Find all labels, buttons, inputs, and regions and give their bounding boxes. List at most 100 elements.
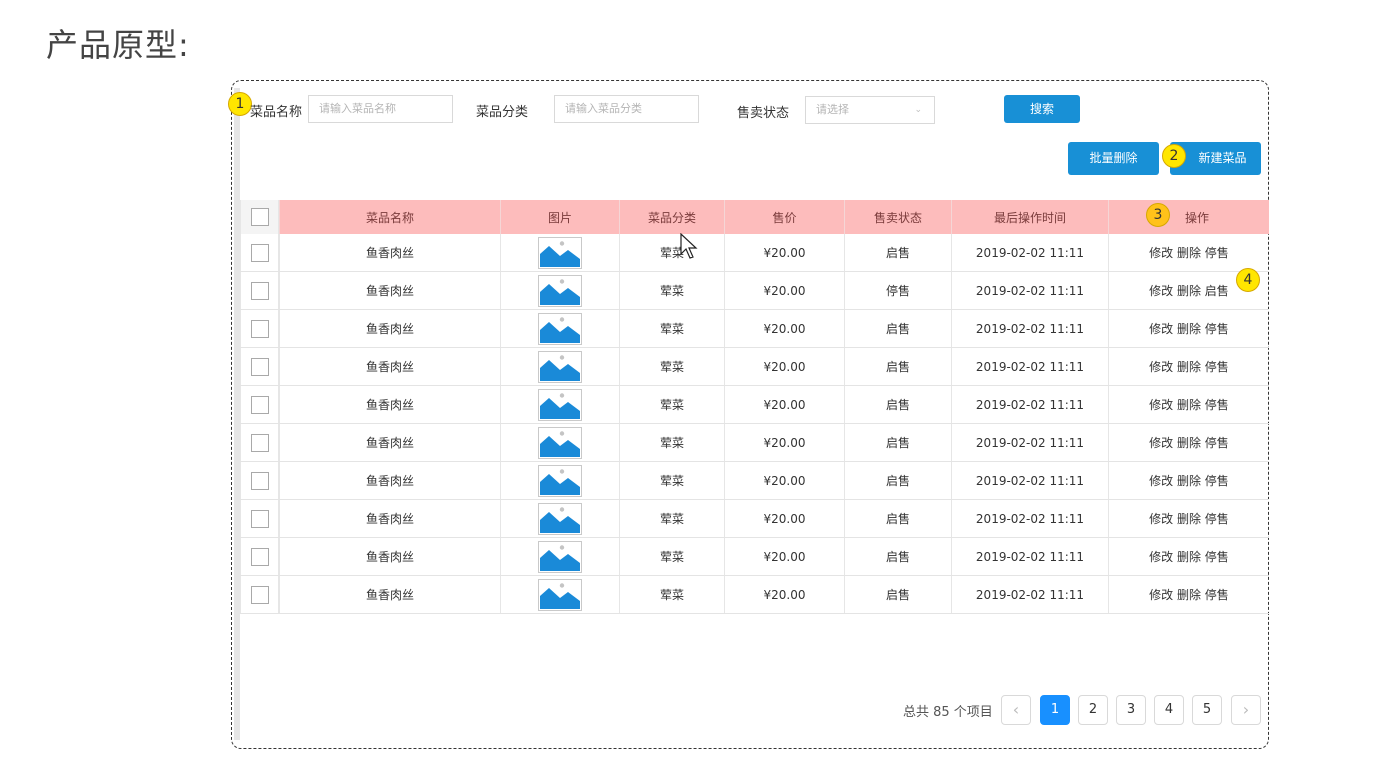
cell-category: 荤菜 [619,348,724,385]
row-select-cell [240,462,279,499]
cell-category: 荤菜 [619,272,724,309]
next-page-button[interactable]: › [1231,695,1261,725]
cell-last-op-time: 2019-02-02 11:11 [951,462,1108,499]
sale-status-placeholder: 请选择 [816,103,849,116]
cell-dish-name: 鱼香肉丝 [279,310,500,347]
cell-operations[interactable]: 修改 删除 停售 [1108,462,1269,499]
image-thumbnail-icon [538,236,582,269]
row-checkbox[interactable] [250,357,269,376]
row-select-cell [240,500,279,537]
row-select-cell [240,310,279,347]
annotation-marker-2: 2 [1162,144,1186,168]
row-select-cell [240,386,279,423]
cell-price: ¥20.00 [724,576,844,613]
select-all-cell [240,200,279,234]
page-1-button[interactable]: 1 [1040,695,1070,725]
batch-delete-button[interactable]: 批量删除 [1068,142,1159,175]
page-2-button[interactable]: 2 [1078,695,1108,725]
table-row: 鱼香肉丝 荤菜 ¥20.00 启售 2019-02-02 11:11 修改 删除 停售 [240,462,1269,500]
table-row: 鱼香肉丝 荤菜 ¥20.00 启售 2019-02-02 11:11 修改 删除 停售 [240,500,1269,538]
cell-price: ¥20.00 [724,386,844,423]
table-row: 鱼香肉丝 荤菜 ¥20.00 启售 2019-02-02 11:11 修改 删除 停售 [240,576,1269,614]
row-checkbox[interactable] [250,509,269,528]
header-sale-status: 售卖状态 [844,200,951,234]
sale-status-select[interactable]: 请选择 ⌄ [805,96,935,124]
cell-dish-name: 鱼香肉丝 [279,538,500,575]
cell-sale-status: 启售 [844,386,951,423]
row-checkbox[interactable] [250,281,269,300]
cell-dish-name: 鱼香肉丝 [279,500,500,537]
row-checkbox[interactable] [250,433,269,452]
cell-price: ¥20.00 [724,500,844,537]
cell-last-op-time: 2019-02-02 11:11 [951,310,1108,347]
cell-category: 荤菜 [619,462,724,499]
header-image: 图片 [500,200,619,234]
cell-operations[interactable]: 修改 删除 停售 [1108,310,1269,347]
image-thumbnail-icon [538,578,582,611]
cell-sale-status: 启售 [844,424,951,461]
header-last-op-time: 最后操作时间 [951,200,1108,234]
cell-last-op-time: 2019-02-02 11:11 [951,424,1108,461]
cell-operations[interactable]: 修改 删除 停售 [1108,576,1269,613]
annotation-marker-4: 4 [1236,268,1260,292]
cell-image [500,386,619,423]
image-thumbnail-icon [538,274,582,307]
cell-operations[interactable]: 修改 删除 停售 [1108,386,1269,423]
cell-operations[interactable]: 修改 删除 停售 [1108,234,1269,271]
cell-price: ¥20.00 [724,538,844,575]
dish-category-input[interactable]: 请输入菜品分类 [554,95,699,123]
row-select-cell [240,234,279,271]
cell-operations[interactable]: 修改 删除 停售 [1108,500,1269,537]
header-operations: 操作 [1108,200,1269,234]
prev-page-button[interactable]: ‹ [1001,695,1031,725]
row-checkbox[interactable] [250,395,269,414]
cell-image [500,462,619,499]
dish-category-label: 菜品分类 [476,105,529,120]
cell-sale-status: 启售 [844,310,951,347]
page-3-button[interactable]: 3 [1116,695,1146,725]
row-checkbox[interactable] [250,547,269,566]
table-row: 鱼香肉丝 荤菜 ¥20.00 启售 2019-02-02 11:11 修改 删除 停售 [240,234,1269,272]
row-select-cell [240,272,279,309]
cell-operations[interactable]: 修改 删除 停售 [1108,538,1269,575]
cell-operations[interactable]: 修改 删除 停售 [1108,348,1269,385]
row-checkbox[interactable] [250,319,269,338]
annotation-marker-1: 1 [228,92,252,116]
cell-image [500,576,619,613]
row-checkbox[interactable] [250,243,269,262]
dish-name-input[interactable]: 请输入菜品名称 [308,95,453,123]
cell-last-op-time: 2019-02-02 11:11 [951,386,1108,423]
chevron-down-icon: ⌄ [914,105,922,115]
header-category: 菜品分类 [619,200,724,234]
cell-dish-name: 鱼香肉丝 [279,424,500,461]
image-thumbnail-icon [538,464,582,497]
cell-last-op-time: 2019-02-02 11:11 [951,576,1108,613]
search-button[interactable]: 搜索 [1004,95,1080,123]
cell-category: 荤菜 [619,500,724,537]
page-4-button[interactable]: 4 [1154,695,1184,725]
cell-last-op-time: 2019-02-02 11:11 [951,272,1108,309]
cell-sale-status: 启售 [844,500,951,537]
dish-table: 菜品名称 图片 菜品分类 售价 售卖状态 最后操作时间 操作 鱼香肉丝 荤菜 ¥20… [240,200,1269,614]
cell-category: 荤菜 [619,538,724,575]
dish-name-label: 菜品名称 [250,105,303,120]
table-row: 鱼香肉丝 荤菜 ¥20.00 停售 2019-02-02 11:11 修改 删除 启售 [240,272,1269,310]
cell-price: ¥20.00 [724,234,844,271]
row-checkbox[interactable] [250,585,269,604]
row-select-cell [240,348,279,385]
cell-sale-status: 启售 [844,234,951,271]
row-select-cell [240,576,279,613]
page-5-button[interactable]: 5 [1192,695,1222,725]
select-all-checkbox[interactable] [250,208,269,226]
row-checkbox[interactable] [250,471,269,490]
cell-image [500,424,619,461]
page-title: 产品原型: [46,26,190,64]
cell-price: ¥20.00 [724,462,844,499]
cell-price: ¥20.00 [724,272,844,309]
cell-sale-status: 启售 [844,348,951,385]
cell-dish-name: 鱼香肉丝 [279,272,500,309]
row-select-cell [240,424,279,461]
cell-sale-status: 启售 [844,538,951,575]
cell-operations[interactable]: 修改 删除 停售 [1108,424,1269,461]
header-price: 售价 [724,200,844,234]
